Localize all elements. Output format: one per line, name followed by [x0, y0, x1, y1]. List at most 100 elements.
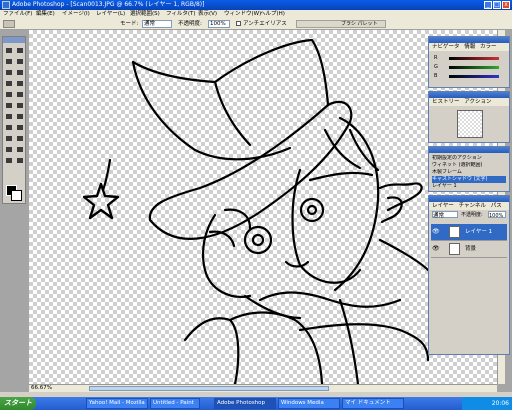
- brush-tool-icon[interactable]: [15, 79, 25, 88]
- document-canvas[interactable]: [29, 30, 497, 384]
- gradient-tool-icon[interactable]: [15, 101, 25, 110]
- right-eye: [299, 197, 325, 223]
- taskbar-item[interactable]: Untitled - Paint: [150, 398, 200, 409]
- shape-tool-icon[interactable]: [15, 134, 25, 143]
- tab-channels[interactable]: チャンネル: [459, 203, 486, 209]
- move-tool-icon[interactable]: [15, 46, 25, 55]
- current-tool-icon[interactable]: [3, 20, 15, 28]
- menu-filter[interactable]: フィルタ(T): [166, 10, 196, 18]
- menu-window[interactable]: ウィンドウ(W): [224, 10, 261, 18]
- lasso-tool-icon[interactable]: [4, 57, 14, 66]
- stamp-tool-icon[interactable]: [4, 90, 14, 99]
- maximize-button[interactable]: □: [493, 1, 501, 9]
- layer-name: 背景: [465, 246, 477, 252]
- notes-tool-icon[interactable]: [4, 145, 14, 154]
- antialias-label: アンチエイリアス: [243, 21, 287, 27]
- toolbox: [2, 36, 26, 204]
- menu-edit[interactable]: 編集(E): [36, 10, 55, 18]
- green-slider[interactable]: [449, 66, 499, 69]
- actions-panel-header[interactable]: [429, 147, 509, 153]
- pen-tool-icon[interactable]: [4, 134, 14, 143]
- bangs-line: [308, 171, 374, 182]
- knee-left: [183, 317, 240, 384]
- navigator-thumbnail[interactable]: [457, 110, 483, 138]
- action-row[interactable]: 木製フレーム: [432, 169, 506, 176]
- star-charm: [82, 182, 120, 220]
- red-slider[interactable]: [449, 57, 499, 60]
- tab-info[interactable]: 情報: [464, 44, 475, 50]
- type-tool-icon[interactable]: [15, 123, 25, 132]
- mode-label: モード:: [120, 21, 139, 27]
- hand-tool-icon[interactable]: [4, 156, 14, 165]
- minimize-button[interactable]: _: [484, 1, 492, 9]
- palette-well[interactable]: ブラシ パレット: [296, 20, 386, 28]
- layer-row-selected[interactable]: 👁 レイヤー 1: [431, 224, 507, 241]
- action-row-selected[interactable]: キャストシャドウ (文字): [432, 176, 506, 183]
- hat-crease: [213, 80, 252, 147]
- mode-select[interactable]: 通常: [142, 20, 172, 28]
- marquee-tool-icon[interactable]: [4, 46, 14, 55]
- eye-icon[interactable]: 👁: [432, 229, 440, 235]
- start-button[interactable]: スタート: [0, 397, 36, 410]
- zoom-tool-icon[interactable]: [15, 156, 25, 165]
- menu-image[interactable]: イメージ(I): [62, 10, 90, 18]
- history-panel: ヒストリー アクション: [428, 91, 510, 143]
- zoom-level[interactable]: 66.67%: [31, 385, 52, 392]
- title-bar: Adobe Photoshop - [Scan0013.JPG @ 66.7% …: [0, 0, 512, 10]
- left-pupil: [251, 233, 265, 247]
- hat-tip-string: [101, 158, 112, 192]
- taskbar-item[interactable]: Yahoo! Mail - Mozilla: [86, 398, 148, 409]
- options-bar: モード: 通常 不透明度: 100% アンチエイリアス ブラシ パレット: [0, 18, 512, 30]
- toolbox-header[interactable]: [3, 37, 25, 43]
- taskbar-item-active[interactable]: Adobe Photoshop: [214, 398, 276, 409]
- healing-brush-icon[interactable]: [4, 79, 14, 88]
- magic-wand-tool-icon[interactable]: [15, 57, 25, 66]
- blur-tool-icon[interactable]: [4, 112, 14, 121]
- background-color-swatch[interactable]: [11, 190, 22, 201]
- menu-file[interactable]: ファイル(F): [3, 10, 32, 18]
- window-title: Adobe Photoshop - [Scan0013.JPG @ 66.7% …: [12, 1, 205, 8]
- eraser-tool-icon[interactable]: [4, 101, 14, 110]
- history-brush-icon[interactable]: [15, 90, 25, 99]
- path-select-icon[interactable]: [4, 123, 14, 132]
- cape-lower: [298, 323, 430, 362]
- cape-edge: [378, 238, 430, 272]
- action-row[interactable]: ヴィネット (選択範囲): [432, 162, 506, 169]
- taskbar-item[interactable]: Windows Media: [278, 398, 340, 409]
- tab-color[interactable]: カラー: [480, 44, 497, 50]
- eyedropper-tool-icon[interactable]: [15, 145, 25, 154]
- dodge-tool-icon[interactable]: [15, 112, 25, 121]
- layer-thumbnail: [449, 243, 460, 255]
- menu-view[interactable]: 表示(V): [198, 10, 217, 18]
- opacity-input[interactable]: 100%: [208, 20, 230, 28]
- crop-tool-icon[interactable]: [4, 68, 14, 77]
- horizontal-scrollbar[interactable]: 66.67%: [29, 384, 497, 392]
- layer-row[interactable]: 👁 背景: [431, 241, 507, 258]
- tab-navigator[interactable]: ナビゲータ: [432, 44, 460, 50]
- navigator-panel: ナビゲータ 情報 カラー R G B: [428, 36, 510, 88]
- scroll-thumb[interactable]: [89, 386, 329, 391]
- collar: [258, 291, 402, 308]
- action-row[interactable]: レイヤー 1: [432, 183, 506, 190]
- blue-slider[interactable]: [449, 75, 499, 78]
- menu-help[interactable]: ヘルプ(H): [260, 10, 285, 18]
- tab-actions[interactable]: アクション: [464, 99, 491, 105]
- menu-layer[interactable]: レイヤー(L): [96, 10, 125, 18]
- layer-opacity-input[interactable]: 100%: [488, 211, 506, 219]
- tab-history[interactable]: ヒストリー: [432, 99, 460, 105]
- blend-mode-select[interactable]: 通常: [432, 211, 458, 219]
- photoshop-app-icon: [2, 1, 10, 9]
- tab-paths[interactable]: パス: [491, 203, 502, 209]
- channel-r-label: R: [434, 55, 438, 61]
- action-row[interactable]: 初期設定のアクション: [432, 155, 506, 162]
- taskbar-item[interactable]: マイ ドキュメント: [342, 398, 404, 409]
- menu-select[interactable]: 選択範囲(S): [130, 10, 160, 18]
- eye-icon[interactable]: 👁: [432, 246, 440, 252]
- slice-tool-icon[interactable]: [15, 68, 25, 77]
- braid-2: [380, 196, 403, 224]
- close-button[interactable]: x: [502, 1, 510, 9]
- tab-layers[interactable]: レイヤー: [432, 203, 454, 209]
- hat-top-outline: [131, 38, 330, 107]
- left-eye: [243, 225, 273, 255]
- antialias-checkbox[interactable]: [236, 21, 241, 26]
